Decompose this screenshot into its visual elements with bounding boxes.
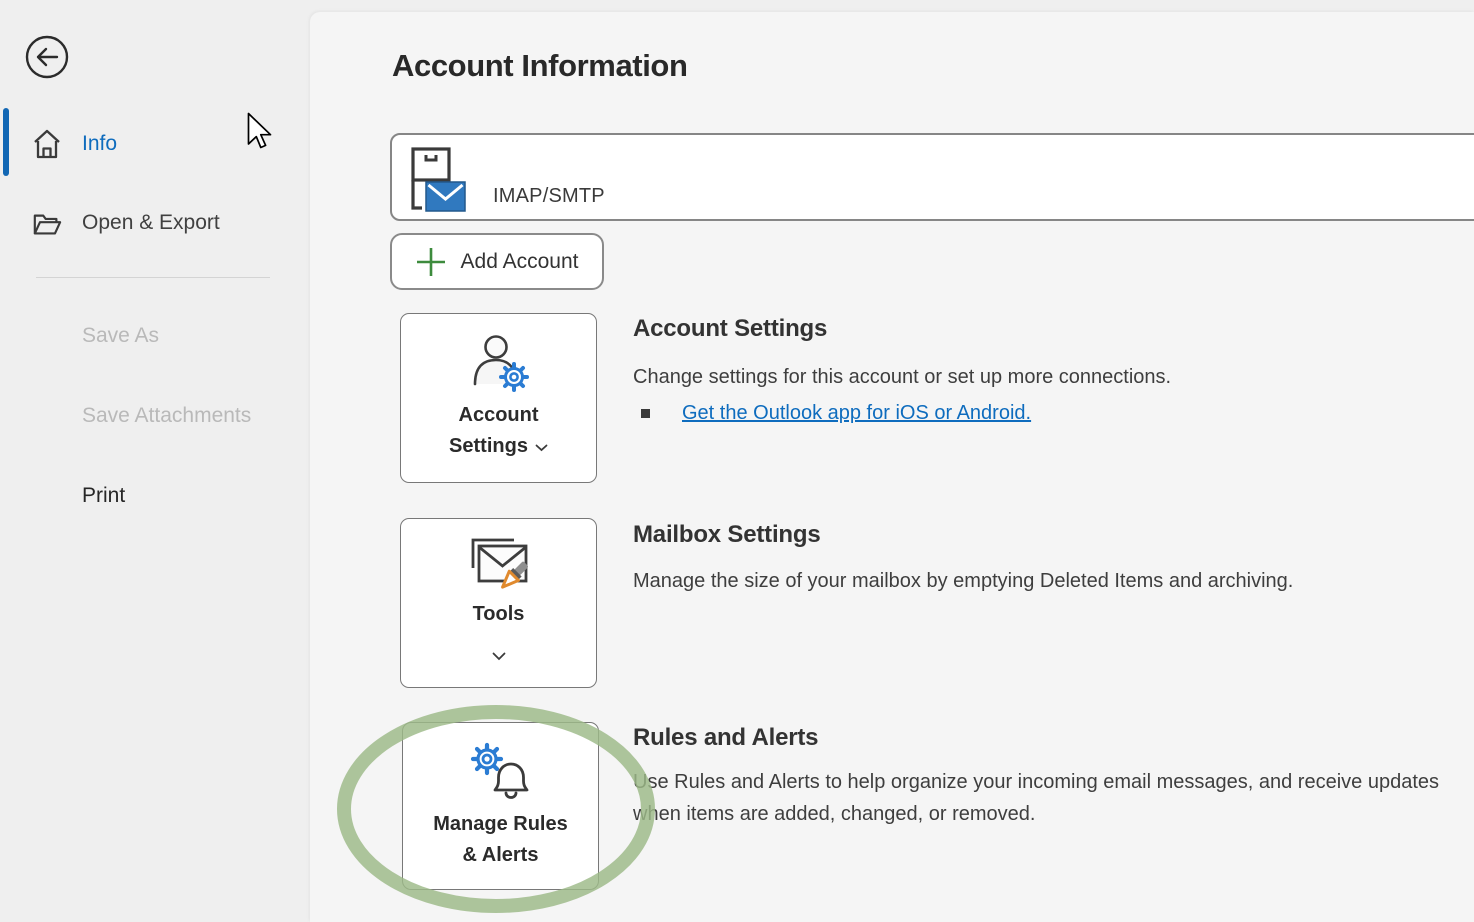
section-heading-account-settings: Account Settings	[633, 315, 827, 343]
sidebar-item-label: Open & Export	[82, 211, 220, 235]
plus-icon	[416, 247, 446, 277]
sidebar-item-label: Info	[82, 132, 117, 156]
section-description: Change settings for this account or set …	[633, 361, 1171, 393]
sidebar-divider	[36, 277, 270, 278]
person-gear-icon	[466, 334, 532, 394]
sidebar-item-open-export[interactable]: Open & Export	[0, 201, 310, 245]
account-settings-button[interactable]: Account Settings	[400, 313, 597, 483]
account-type-value: IMAP/SMTP	[493, 185, 605, 208]
section-description: Manage the size of your mailbox by empty…	[633, 565, 1293, 597]
mailbox-cleanup-icon	[466, 535, 532, 593]
tile-label: Account Settings	[423, 400, 575, 462]
add-account-label: Add Account	[461, 250, 579, 274]
sidebar-item-label: Save Attachments	[82, 404, 251, 428]
rules-gear-bell-icon	[466, 741, 536, 803]
add-account-button[interactable]: Add Account	[390, 233, 604, 290]
sidebar-item-save-attachments: Save Attachments	[0, 394, 310, 438]
mail-account-icon	[409, 146, 469, 214]
home-icon	[32, 128, 62, 160]
account-selector[interactable]: IMAP/SMTP	[390, 133, 1474, 221]
section-heading-rules-alerts: Rules and Alerts	[633, 724, 818, 752]
open-folder-icon	[32, 209, 62, 241]
page-title: Account Information	[392, 48, 688, 84]
back-button[interactable]	[25, 35, 69, 79]
sidebar-item-save-as: Save As	[0, 314, 310, 358]
tile-label: Tools	[423, 599, 575, 671]
sidebar-item-label: Print	[82, 484, 125, 508]
tools-button[interactable]: Tools	[400, 518, 597, 688]
sidebar-item-label: Save As	[82, 324, 159, 348]
bullet-icon	[641, 409, 650, 418]
sidebar-item-info[interactable]: Info	[0, 122, 310, 166]
sidebar-item-print[interactable]: Print	[0, 474, 310, 518]
manage-rules-alerts-button[interactable]: Manage Rules & Alerts	[402, 722, 599, 890]
section-heading-mailbox-settings: Mailbox Settings	[633, 521, 821, 549]
tile-label: Manage Rules & Alerts	[425, 809, 577, 871]
backstage-sidebar: Info Open & Export Save As Save Attachme…	[0, 0, 310, 922]
section-description: Use Rules and Alerts to help organize yo…	[633, 766, 1448, 830]
get-outlook-app-link[interactable]: Get the Outlook app for iOS or Android.	[682, 402, 1031, 425]
chevron-down-icon	[535, 444, 548, 452]
chevron-down-icon	[492, 652, 506, 661]
back-arrow-icon	[25, 35, 69, 79]
